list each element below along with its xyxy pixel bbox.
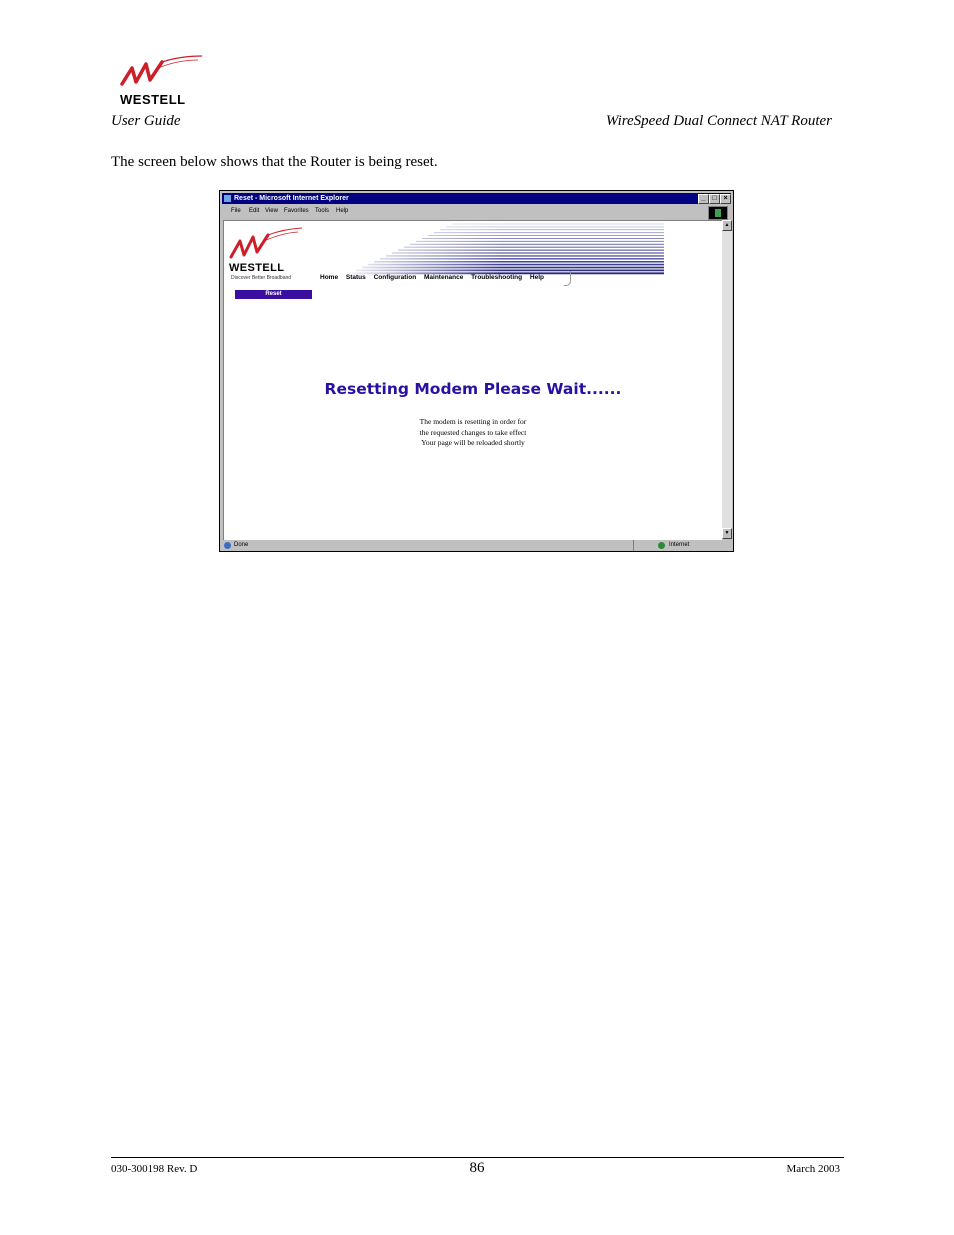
scroll-down-icon[interactable]: ▼ bbox=[722, 528, 732, 539]
westell-logo: WESTELL bbox=[118, 54, 203, 108]
menu-view[interactable]: View bbox=[265, 208, 278, 214]
footer-date: March 2003 bbox=[786, 1163, 840, 1175]
status-text: Done bbox=[234, 542, 249, 548]
header-right-title: WireSpeed Dual Connect NAT Router bbox=[605, 113, 832, 129]
nav-home[interactable]: Home bbox=[320, 274, 338, 281]
close-button[interactable]: × bbox=[720, 194, 731, 204]
nav-status[interactable]: Status bbox=[346, 274, 366, 281]
internet-zone-icon bbox=[658, 542, 665, 549]
westell-swoosh-icon bbox=[120, 55, 203, 86]
page-done-icon bbox=[224, 542, 231, 549]
intro-paragraph: The screen below shows that the Router i… bbox=[111, 154, 438, 170]
browser-title: Reset - Microsoft Internet Explorer bbox=[234, 195, 349, 202]
westell-swoosh-icon bbox=[229, 227, 303, 259]
minimize-button[interactable]: _ bbox=[698, 194, 709, 204]
nav-configuration[interactable]: Configuration bbox=[374, 274, 417, 281]
nav-maintenance[interactable]: Maintenance bbox=[424, 274, 463, 281]
maximize-button[interactable]: □ bbox=[709, 194, 720, 204]
browser-menubar: File Edit View Favorites Tools Help bbox=[222, 205, 731, 220]
menu-tools[interactable]: Tools bbox=[315, 208, 329, 214]
menu-file[interactable]: File bbox=[231, 208, 241, 214]
windows-throbber-icon bbox=[708, 206, 728, 220]
wait-title: Resetting Modem Please Wait...... bbox=[324, 380, 622, 398]
ie-page-icon bbox=[224, 195, 231, 202]
header-stripes-graphic bbox=[342, 223, 664, 275]
browser-window: Reset - Microsoft Internet Explorer _ □ … bbox=[219, 190, 734, 552]
footer-divider bbox=[111, 1157, 844, 1158]
status-zone: Internet bbox=[669, 542, 690, 548]
wait-line: the requested changes to take effect bbox=[419, 427, 527, 437]
wait-message: The modem is resetting in order for the … bbox=[224, 417, 722, 449]
westell-tagline: Discover Better Broadband bbox=[231, 275, 292, 281]
menu-help[interactable]: Help bbox=[336, 208, 348, 214]
wait-line: Your page will be reloaded shortly bbox=[421, 438, 525, 447]
nav-troubleshooting[interactable]: Troubleshooting bbox=[471, 274, 522, 281]
nav-curve-decoration bbox=[564, 271, 571, 286]
vertical-scrollbar[interactable]: ▲ ▼ bbox=[722, 220, 732, 539]
browser-statusbar: Done Internet bbox=[222, 540, 731, 551]
scroll-up-icon[interactable]: ▲ bbox=[722, 220, 732, 231]
section-label-reset: Reset bbox=[235, 290, 312, 299]
router-nav: Home Status Configuration Maintenance Tr… bbox=[320, 274, 550, 281]
header-left-title: User Guide bbox=[111, 113, 181, 129]
menu-favorites[interactable]: Favorites bbox=[284, 208, 309, 214]
menu-edit[interactable]: Edit bbox=[249, 208, 259, 214]
wait-line: The modem is resetting in order for bbox=[419, 417, 527, 426]
browser-viewport: WESTELL Discover Better Broadband Reset … bbox=[223, 220, 722, 540]
westell-brand: WESTELL bbox=[229, 262, 285, 274]
logo-text: WESTELL bbox=[120, 92, 186, 107]
browser-titlebar: Reset - Microsoft Internet Explorer _ □ … bbox=[222, 193, 731, 204]
nav-help[interactable]: Help bbox=[530, 274, 544, 281]
